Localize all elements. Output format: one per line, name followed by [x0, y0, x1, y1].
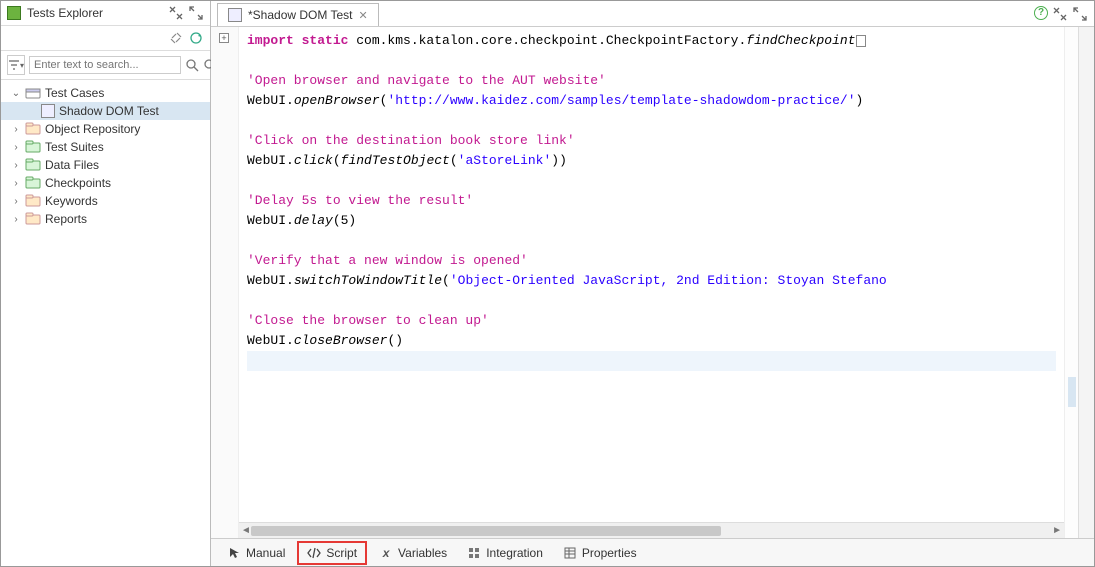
explorer-icon: [7, 6, 21, 20]
tree-item-test-suites[interactable]: › Test Suites: [1, 138, 210, 156]
tree-item-shadow-dom-test[interactable]: Shadow DOM Test: [1, 102, 210, 120]
project-tree[interactable]: ⌄ Test Cases Shadow DOM Test › Object Re…: [1, 80, 210, 566]
link-editor-icon[interactable]: [168, 30, 184, 46]
code-comment: 'Delay 5s to view the result': [247, 193, 473, 208]
tree-label: Shadow DOM Test: [59, 104, 159, 118]
expand-toggle[interactable]: ›: [11, 178, 21, 189]
search-input[interactable]: [29, 56, 181, 74]
properties-icon: [563, 546, 577, 560]
reports-icon: [25, 212, 41, 226]
cursor-icon: [227, 546, 241, 560]
expand-toggle[interactable]: ›: [11, 142, 21, 153]
tab-label: Integration: [486, 546, 543, 560]
tab-integration[interactable]: Integration: [459, 543, 551, 563]
sidebar-search: ▾: [1, 51, 210, 80]
tree-item-keywords[interactable]: › Keywords: [1, 192, 210, 210]
keywords-icon: [25, 194, 41, 208]
tree-label: Data Files: [45, 158, 99, 172]
test-case-icon: [228, 8, 242, 22]
editor-tabbar: *Shadow DOM Test ✕ ?: [211, 1, 1094, 27]
editor-tab-label: *Shadow DOM Test: [248, 8, 353, 22]
tab-manual[interactable]: Manual: [219, 543, 293, 563]
code-icon: [307, 546, 321, 560]
editor-area: *Shadow DOM Test ✕ ? + import static com…: [211, 1, 1094, 566]
tree-item-data-files[interactable]: › Data Files: [1, 156, 210, 174]
code-editor[interactable]: import static com.kms.katalon.core.check…: [239, 27, 1064, 522]
refresh-icon[interactable]: [188, 30, 204, 46]
tree-label: Checkpoints: [45, 176, 111, 190]
code-gutter[interactable]: +: [211, 27, 239, 538]
tree-label: Keywords: [45, 194, 98, 208]
test-cases-icon: [25, 86, 41, 100]
expand-toggle[interactable]: ›: [11, 214, 21, 225]
editor-body: + import static com.kms.katalon.core.che…: [211, 27, 1094, 538]
editor-tab-shadow-dom-test[interactable]: *Shadow DOM Test ✕: [217, 3, 379, 26]
tab-label: Script: [326, 546, 357, 560]
tab-variables[interactable]: x Variables: [371, 543, 455, 563]
fold-indicator-icon: [856, 35, 866, 47]
sidebar-toolbar: [1, 26, 210, 51]
tree-item-test-cases[interactable]: ⌄ Test Cases: [1, 84, 210, 102]
expand-toggle[interactable]: ›: [11, 124, 21, 135]
tree-label: Test Cases: [45, 86, 104, 100]
integration-icon: [467, 546, 481, 560]
tree-label: Object Repository: [45, 122, 140, 136]
horizontal-scrollbar[interactable]: ◄ ►: [239, 522, 1064, 538]
expand-toggle[interactable]: ⌄: [11, 88, 21, 99]
code-import-pkg: com.kms.katalon.core.checkpoint.Checkpoi…: [348, 33, 746, 48]
cursor-line: ​: [247, 351, 1056, 371]
ruler-mark: [1068, 377, 1076, 407]
editor-bottom-tabs: Manual Script x Variables Integration Pr…: [211, 538, 1094, 566]
expand-toggle[interactable]: ›: [11, 160, 21, 171]
code-comment: 'Open browser and navigate to the AUT we…: [247, 73, 606, 88]
code-import-member: findCheckpoint: [746, 33, 855, 48]
tree-item-reports[interactable]: › Reports: [1, 210, 210, 228]
tab-properties[interactable]: Properties: [555, 543, 645, 563]
scroll-left-arrow[interactable]: ◄: [241, 525, 251, 536]
object-repo-icon: [25, 122, 41, 136]
close-tab-icon[interactable]: ✕: [359, 9, 368, 22]
sidebar-header: Tests Explorer: [1, 1, 210, 26]
code-comment: 'Verify that a new window is opened': [247, 253, 528, 268]
expand-icon[interactable]: [188, 5, 204, 21]
tree-label: Test Suites: [45, 140, 104, 154]
overview-ruler[interactable]: [1064, 27, 1078, 538]
test-suites-icon: [25, 140, 41, 154]
filter-dropdown[interactable]: ▾: [7, 55, 25, 75]
tree-label: Reports: [45, 212, 87, 226]
tab-label: Variables: [398, 546, 447, 560]
tab-script[interactable]: Script: [297, 541, 367, 565]
collapse-icon[interactable]: [168, 5, 184, 21]
tree-item-object-repository[interactable]: › Object Repository: [1, 120, 210, 138]
scrollbar-thumb[interactable]: [251, 526, 721, 536]
minimize-icon[interactable]: [1052, 6, 1068, 22]
data-files-icon: [25, 158, 41, 172]
help-icon[interactable]: ?: [1034, 6, 1048, 20]
sidebar-title: Tests Explorer: [27, 6, 103, 20]
code-comment: 'Click on the destination book store lin…: [247, 133, 575, 148]
test-case-icon: [41, 104, 55, 118]
expand-toggle[interactable]: ›: [11, 196, 21, 207]
x-var-icon: x: [379, 546, 393, 560]
code-comment: 'Close the browser to clean up': [247, 313, 489, 328]
tree-item-checkpoints[interactable]: › Checkpoints: [1, 174, 210, 192]
vertical-scrollbar[interactable]: [1078, 27, 1094, 538]
checkpoints-icon: [25, 176, 41, 190]
code-import-kw: import static: [247, 33, 348, 48]
scroll-right-arrow[interactable]: ►: [1052, 525, 1062, 536]
maximize-icon[interactable]: [1072, 6, 1088, 22]
tests-explorer-panel: Tests Explorer ▾ ⌄ Test Cases Shadow DOM…: [1, 1, 211, 566]
tab-label: Manual: [246, 546, 285, 560]
tab-label: Properties: [582, 546, 637, 560]
search-icon[interactable]: [185, 57, 199, 73]
fold-toggle-icon[interactable]: +: [219, 33, 229, 43]
